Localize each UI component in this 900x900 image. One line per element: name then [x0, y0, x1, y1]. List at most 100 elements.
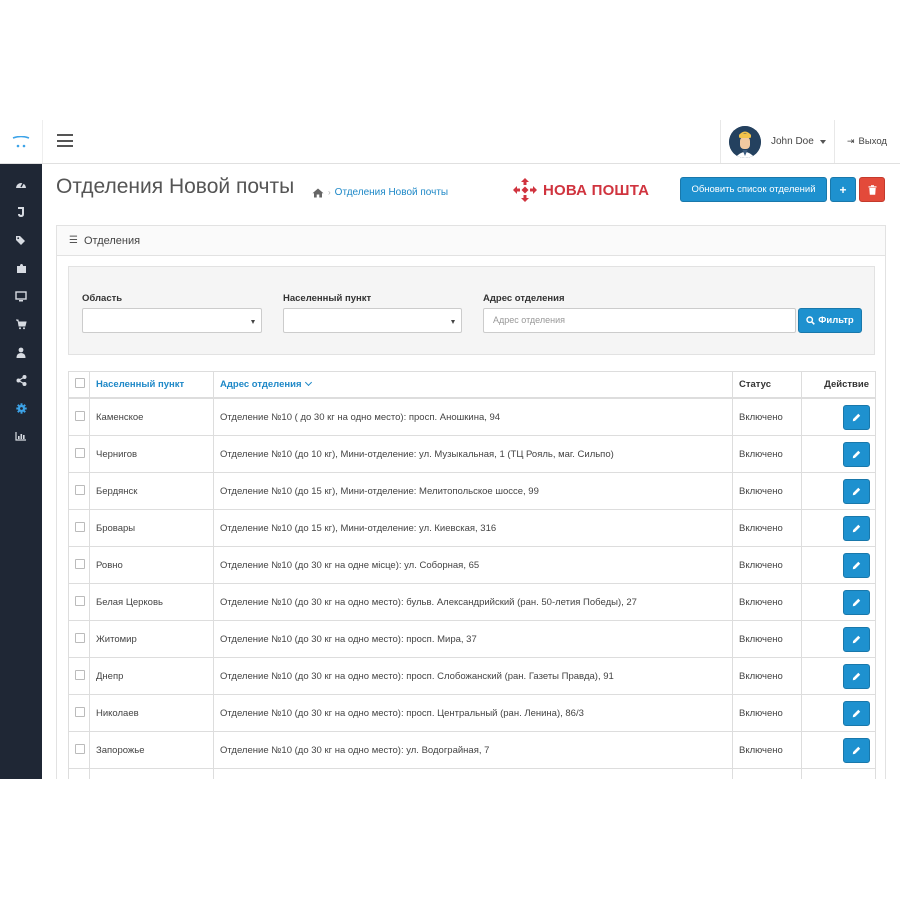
breadcrumb-separator: ›: [328, 188, 331, 197]
edit-button[interactable]: [843, 404, 870, 430]
row-checkbox[interactable]: [75, 447, 85, 458]
opencart-logo[interactable]: [0, 120, 43, 163]
action-cell: [801, 397, 876, 436]
table-row: [68, 768, 876, 779]
status-cell: Включено: [732, 583, 802, 621]
address-cell: Отделение №10 (до 10 кг), Мини-отделение…: [213, 435, 733, 473]
row-checkbox-cell: [68, 583, 90, 621]
row-checkbox[interactable]: [75, 669, 85, 680]
pencil-icon: [852, 635, 861, 643]
panel-heading: ☰ Отделения: [57, 226, 885, 256]
filter-button-label: Фильтр: [818, 315, 854, 326]
user-name: John Doe: [771, 136, 814, 147]
row-checkbox[interactable]: [75, 632, 85, 643]
cart-icon: [16, 319, 27, 329]
table-row: Житомир Отделение №10 (до 30 кг на одно м…: [68, 620, 876, 658]
status-cell: Включено: [732, 731, 802, 769]
edit-button[interactable]: [843, 515, 870, 541]
city-cell: Чернигов: [89, 435, 214, 473]
sidebar: [0, 164, 42, 779]
column-header-city[interactable]: Населенный пункт: [89, 371, 214, 399]
edit-button[interactable]: [843, 663, 870, 689]
row-checkbox[interactable]: [75, 558, 85, 569]
row-checkbox[interactable]: [75, 410, 85, 421]
bar-chart-icon: [15, 432, 26, 441]
city-select[interactable]: [283, 308, 462, 333]
filter-button[interactable]: Фильтр: [798, 308, 862, 333]
row-checkbox[interactable]: [75, 484, 85, 495]
status-cell: Включено: [732, 657, 802, 695]
delete-button[interactable]: [859, 177, 885, 202]
row-checkbox-cell: [68, 509, 90, 547]
gear-icon: [15, 402, 27, 414]
logout-label: Выход: [858, 136, 887, 147]
row-checkbox[interactable]: [75, 706, 85, 717]
action-cell: [801, 768, 876, 779]
pencil-icon: [852, 487, 861, 495]
edit-button[interactable]: [843, 552, 870, 578]
cart-logo-icon: [12, 135, 30, 147]
status-cell: Включено: [732, 435, 802, 473]
address-cell: Отделение №10 (до 30 кг на одно место): …: [213, 731, 733, 769]
sidebar-item-sales[interactable]: [0, 310, 42, 338]
sidebar-item-customers[interactable]: [0, 338, 42, 366]
address-cell: Отделение №10 (до 30 кг на одно место): …: [213, 657, 733, 695]
table-row: Днепр Отделение №10 (до 30 кг на одно мес…: [68, 657, 876, 695]
sidebar-item-dashboard[interactable]: [0, 170, 42, 198]
breadcrumb-link[interactable]: Отделения Новой почты: [335, 187, 448, 198]
sidebar-item-reports[interactable]: [0, 422, 42, 450]
city-cell: Днепр: [89, 657, 214, 695]
region-select[interactable]: [82, 308, 262, 333]
row-checkbox[interactable]: [75, 743, 85, 754]
row-checkbox-cell: [68, 768, 90, 779]
table-row: Бердянск Отделение №10 (до 15 кг), Мини-о…: [68, 472, 876, 510]
sidebar-item-catalog[interactable]: [0, 198, 42, 226]
nova-poshta-logo: НОВА ПОШТА: [512, 177, 649, 203]
catalog-icon: [18, 207, 24, 217]
city-cell: Каменское: [89, 397, 214, 436]
pencil-icon: [852, 561, 861, 569]
sidebar-item-extensions[interactable]: [0, 254, 42, 282]
menu-toggle-icon[interactable]: [57, 134, 73, 147]
trash-icon: [868, 184, 876, 195]
admin-app: John Doe ⇥ Выход Отделения Новой почты ›…: [0, 120, 900, 779]
status-cell: Включено: [732, 509, 802, 547]
top-header: John Doe ⇥ Выход: [0, 120, 900, 164]
action-cell: [801, 435, 876, 473]
row-checkbox[interactable]: [75, 595, 85, 606]
status-cell: Включено: [732, 620, 802, 658]
action-cell: [801, 657, 876, 695]
update-offices-button[interactable]: Обновить список отделений: [680, 177, 827, 202]
puzzle-icon: [16, 263, 26, 273]
edit-button[interactable]: [843, 478, 870, 504]
select-all-checkbox[interactable]: [75, 378, 85, 388]
edit-button[interactable]: [843, 737, 870, 763]
sidebar-item-tags[interactable]: [0, 226, 42, 254]
table-row: Чернигов Отделение №10 (до 10 кг), Мини-о…: [68, 435, 876, 473]
address-cell: Отделение №10 (до 30 кг на одно место): …: [213, 620, 733, 658]
row-checkbox-cell: [68, 546, 90, 584]
sidebar-item-marketing[interactable]: [0, 366, 42, 394]
edit-button[interactable]: [843, 700, 870, 726]
row-checkbox[interactable]: [75, 521, 85, 532]
edit-button[interactable]: [843, 589, 870, 615]
user-menu[interactable]: John Doe: [720, 120, 826, 163]
edit-button[interactable]: [843, 626, 870, 652]
nova-poshta-emblem-icon: [513, 178, 537, 202]
logout-link[interactable]: ⇥ Выход: [834, 120, 887, 163]
edit-button[interactable]: [843, 441, 870, 467]
row-checkbox-cell: [68, 657, 90, 695]
pencil-icon: [852, 709, 861, 717]
home-icon[interactable]: [312, 188, 324, 198]
add-button[interactable]: +: [830, 177, 856, 202]
column-header-address[interactable]: Адрес отделения: [213, 371, 733, 399]
row-checkbox-cell: [68, 731, 90, 769]
filter-form: Область Населенный пункт Адрес отделения…: [68, 266, 875, 355]
sidebar-item-design[interactable]: [0, 282, 42, 310]
address-cell: Отделение №10 (до 30 кг на одне місце): …: [213, 546, 733, 584]
panel-title: Отделения: [83, 234, 141, 247]
address-input[interactable]: Адрес отделения: [483, 308, 796, 333]
table-row: Ровно Отделение №10 (до 30 кг на одне міс…: [68, 546, 876, 584]
sidebar-item-settings[interactable]: [0, 394, 42, 422]
table-body: Каменское Отделение №10 ( до 30 кг на одн…: [68, 397, 876, 779]
